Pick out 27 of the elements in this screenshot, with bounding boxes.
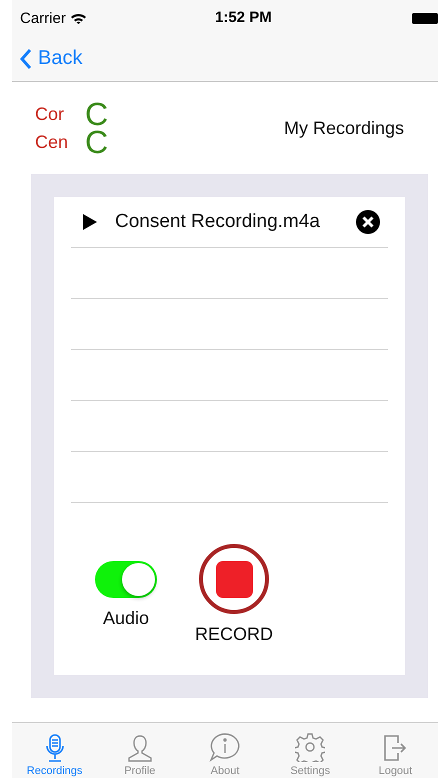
logo-text: Cen xyxy=(35,131,70,154)
page-title: My Recordings xyxy=(284,118,404,138)
logout-icon xyxy=(383,734,408,762)
info-bubble-icon xyxy=(209,732,241,762)
back-button[interactable]: Back xyxy=(20,47,82,70)
delete-icon[interactable] xyxy=(356,210,380,234)
tab[interactable]: Logout xyxy=(352,723,438,778)
logo-text: C xyxy=(84,100,110,128)
status-time: 1:52 PM xyxy=(215,9,272,26)
play-icon[interactable] xyxy=(83,214,97,230)
logo-text: C xyxy=(84,128,110,156)
audio-label: Audio xyxy=(102,608,150,629)
tab[interactable]: About xyxy=(182,723,268,778)
record-label: RECORD xyxy=(195,624,274,645)
tab[interactable]: Settings xyxy=(268,723,353,778)
audio-toggle[interactable] xyxy=(95,561,157,598)
microphone-icon xyxy=(46,734,64,762)
tab[interactable]: Recordings xyxy=(12,723,98,778)
tab[interactable]: Profile xyxy=(97,723,182,778)
chevron-left-icon xyxy=(20,48,32,70)
person-icon xyxy=(126,734,153,762)
logo-text: Cor xyxy=(35,103,66,126)
wifi-icon xyxy=(70,12,86,24)
recording-name[interactable]: Consent Recording.m4a xyxy=(115,211,338,233)
battery-icon xyxy=(412,12,438,24)
settings-icon xyxy=(295,732,326,762)
carrier-label: Carrier xyxy=(20,10,66,26)
